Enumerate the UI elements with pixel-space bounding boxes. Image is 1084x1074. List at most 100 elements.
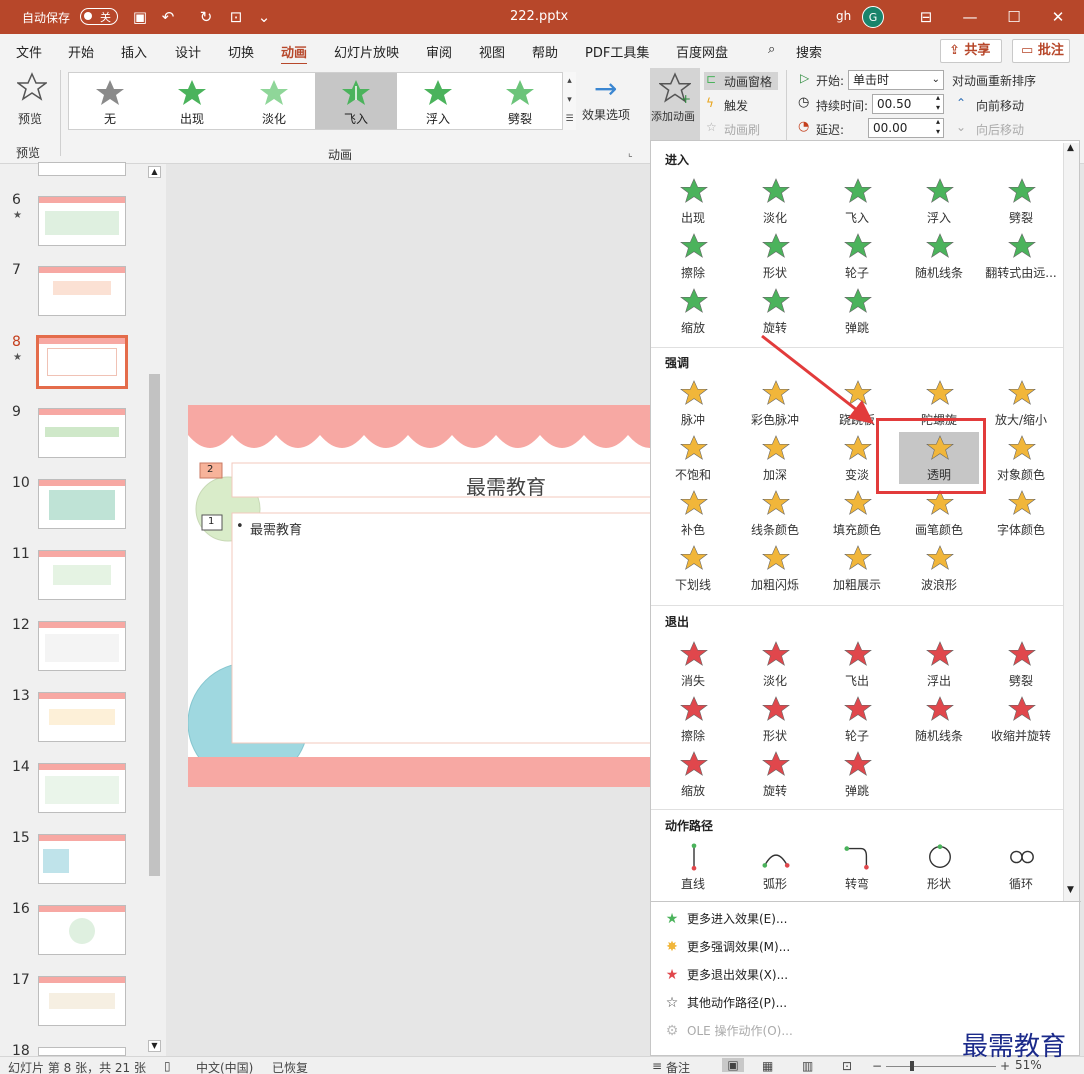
effect-emphasis-10[interactable]: 补色 [653,487,733,539]
gallery-item-fade[interactable]: 淡化 [233,73,315,129]
effect-exit-11[interactable]: 旋转 [735,748,815,800]
tab-transitions[interactable]: 切换 [228,42,254,61]
effect-emphasis-5[interactable]: 不饱和 [653,432,733,484]
motion-path-4[interactable]: 循环 [981,841,1061,893]
effect-emphasis-16[interactable]: 加粗闪烁 [735,542,815,594]
scroll-up-icon[interactable]: ▲ [148,166,161,178]
effect-exit-4[interactable]: 劈裂 [981,638,1061,690]
close-icon[interactable]: ✕ [1048,7,1068,27]
spinner-icon[interactable]: ▴ ▾ [936,117,940,137]
slide-thumbnail[interactable] [38,834,126,884]
gallery-item-fly-in[interactable]: 飞入 [315,73,397,129]
slide-thumbnail[interactable] [38,905,126,955]
search-box[interactable]: 搜索 [796,42,822,61]
duration-input[interactable]: 00.50 ▴ ▾ [872,93,944,114]
slide-canvas[interactable]: 最需教育 • 最需教育 2 1 [188,405,650,787]
slide-thumbnail[interactable] [38,266,126,316]
effect-entrance-7[interactable]: 轮子 [817,230,897,282]
slide-panel-scrollbar[interactable]: ▲ ▼ [147,164,162,1056]
effect-options-button[interactable]: → 效果选项 [582,72,632,142]
slide-thumbnail[interactable] [38,1047,126,1056]
effect-entrance-3[interactable]: 浮入 [899,175,979,227]
slideshow-icon[interactable]: ⊡ [842,1059,852,1073]
effect-emphasis-14[interactable]: 字体颜色 [981,487,1061,539]
accessibility-icon[interactable]: ▯ [164,1059,171,1073]
effect-emphasis-6[interactable]: 加深 [735,432,815,484]
slide-thumbnail[interactable] [38,196,126,246]
effect-exit-2[interactable]: 飞出 [817,638,897,690]
notes-icon[interactable]: ≡ [652,1059,662,1073]
effect-emphasis-9[interactable]: 对象颜色 [981,432,1061,484]
slide-thumbnail[interactable] [38,692,126,742]
present-icon[interactable]: ⊡ [226,7,246,27]
share-button[interactable]: ⇪ 共享 [940,39,1002,63]
slide-thumbnail[interactable] [38,479,126,529]
move-earlier-button[interactable]: ⌃ 向前移动 [956,95,1056,113]
effect-exit-3[interactable]: 浮出 [899,638,979,690]
tab-home[interactable]: 开始 [68,42,94,61]
more-emphasis-effects[interactable]: ✸ 更多强调效果(M)... [663,938,790,955]
scroll-up-icon[interactable]: ▲ [1067,143,1074,153]
animation-pane-button[interactable]: ⊏ 动画窗格 [704,72,778,90]
slide-thumbnail[interactable] [38,763,126,813]
effect-entrance-6[interactable]: 形状 [735,230,815,282]
motion-path-2[interactable]: 转弯 [817,841,897,893]
comment-button[interactable]: ▭ 批注 [1012,39,1070,63]
tab-file[interactable]: 文件 [16,42,42,61]
more-entrance-effects[interactable]: ★ 更多进入效果(E)... [663,910,788,927]
effect-exit-0[interactable]: 消失 [653,638,733,690]
gallery-item-split[interactable]: 劈裂 [479,73,561,129]
tab-review[interactable]: 审阅 [426,42,452,61]
effect-exit-9[interactable]: 收缩并旋转 [981,693,1061,745]
effect-entrance-8[interactable]: 随机线条 [899,230,979,282]
slide-title[interactable]: 最需教育 [466,471,546,500]
motion-path-0[interactable]: 直线 [653,841,733,893]
scroll-down-icon[interactable]: ▼ [148,1040,161,1052]
effect-emphasis-12[interactable]: 填充颜色 [817,487,897,539]
zoom-out-icon[interactable]: − [872,1059,882,1073]
maximize-icon[interactable]: ☐ [1004,7,1024,27]
slide-thumbnail[interactable] [38,408,126,458]
effect-exit-7[interactable]: 轮子 [817,693,897,745]
tab-insert[interactable]: 插入 [121,42,147,61]
add-animation-button[interactable]: + 添加动画 [650,68,700,140]
gallery-item-float-in[interactable]: 浮入 [397,73,479,129]
effect-emphasis-17[interactable]: 加粗展示 [817,542,897,594]
slide-thumbnail-current[interactable] [36,335,128,389]
spinner-icon[interactable]: ▴ ▾ [936,93,940,113]
effect-emphasis-0[interactable]: 脉冲 [653,377,733,429]
move-later-button[interactable]: ⌄ 向后移动 [956,119,1056,137]
effect-emphasis-18[interactable]: 波浪形 [899,542,979,594]
reading-view-icon[interactable]: ▥ [802,1059,813,1073]
effect-entrance-2[interactable]: 飞入 [817,175,897,227]
trigger-button[interactable]: ϟ 触发 [704,96,778,114]
delay-input[interactable]: 00.00 ▴ ▾ [868,117,944,138]
minimize-icon[interactable]: — [960,7,980,27]
undo-icon[interactable]: ↶ [158,7,178,27]
effect-emphasis-15[interactable]: 下划线 [653,542,733,594]
effect-entrance-5[interactable]: 擦除 [653,230,733,282]
effect-exit-12[interactable]: 弹跳 [817,748,897,800]
motion-path-3[interactable]: 形状 [899,841,979,893]
effect-emphasis-13[interactable]: 画笔颜色 [899,487,979,539]
effect-entrance-0[interactable]: 出现 [653,175,733,227]
save-icon[interactable]: ▣ [130,7,150,27]
dialog-launcher-icon[interactable]: ⌞ [628,148,633,159]
autosave-toggle[interactable]: 关 [80,8,118,25]
gallery-item-appear[interactable]: 出现 [151,73,233,129]
effect-entrance-9[interactable]: 翻转式由远... [981,230,1061,282]
slide-sorter-icon[interactable]: ▦ [762,1059,773,1073]
tab-baidu-netdisk[interactable]: 百度网盘 [676,42,728,61]
ribbon-display-icon[interactable]: ⊟ [916,7,936,27]
motion-path-1[interactable]: 弧形 [735,841,815,893]
slide-thumbnail[interactable] [38,550,126,600]
preview-button[interactable]: 预览 [10,70,54,134]
effect-entrance-4[interactable]: 劈裂 [981,175,1061,227]
tab-slideshow[interactable]: 幻灯片放映 [334,42,399,61]
gallery-item-none[interactable]: 无 [69,73,151,129]
effect-emphasis-11[interactable]: 线条颜色 [735,487,815,539]
more-exit-effects[interactable]: ★ 更多退出效果(X)... [663,966,788,983]
more-motion-paths[interactable]: ☆ 其他动作路径(P)... [663,994,787,1011]
effect-entrance-1[interactable]: 淡化 [735,175,815,227]
effect-emphasis-4[interactable]: 放大/缩小 [981,377,1061,429]
